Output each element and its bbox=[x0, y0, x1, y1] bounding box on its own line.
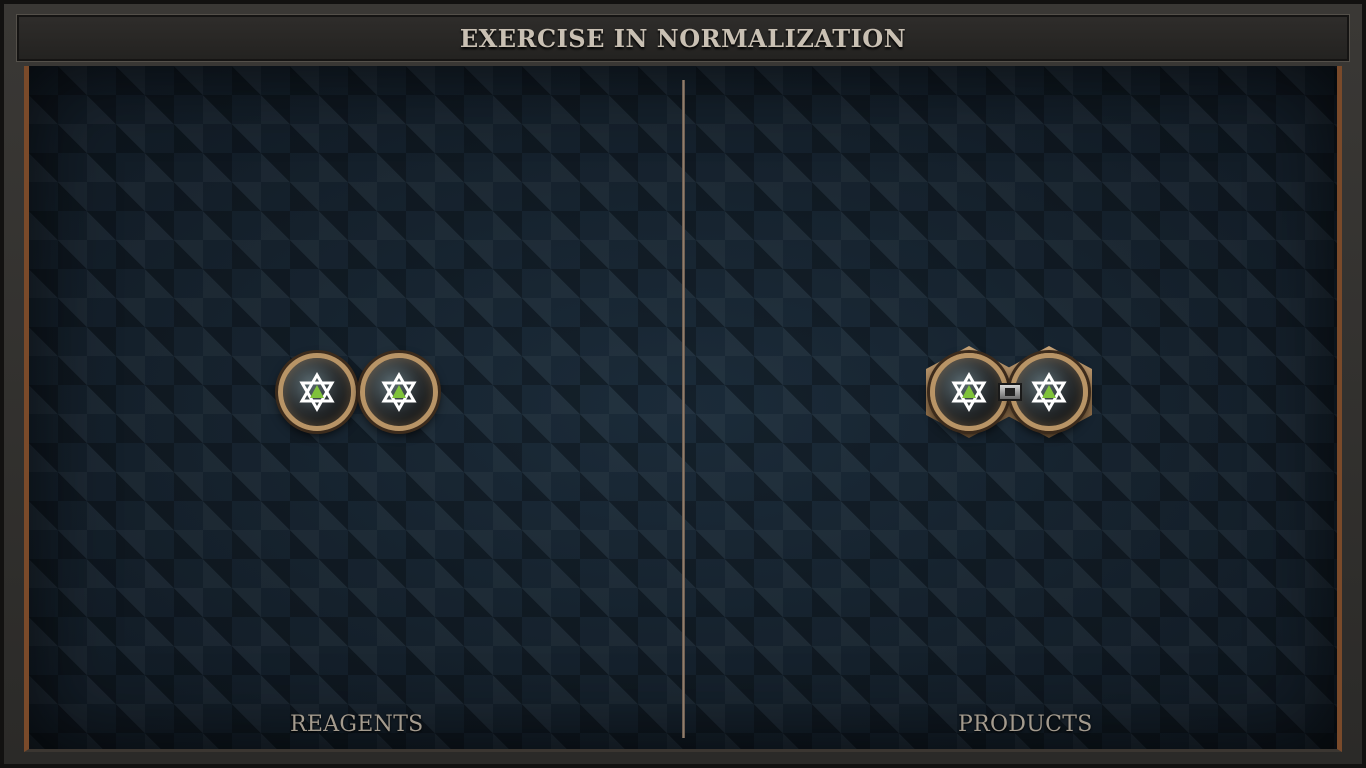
reagent-gem-1[interactable] bbox=[278, 353, 356, 431]
reagents-label: REAGENTS bbox=[290, 712, 424, 737]
product-gem-1[interactable] bbox=[930, 353, 1008, 431]
window-title: EXERCISE IN NORMALIZATION bbox=[459, 23, 907, 53]
star-icon bbox=[297, 372, 337, 412]
socket-link-icon bbox=[998, 383, 1022, 401]
title-bar: EXERCISE IN NORMALIZATION bbox=[16, 14, 1350, 62]
star-icon bbox=[379, 372, 419, 412]
products-label: PRODUCTS bbox=[958, 712, 1093, 737]
panel-divider bbox=[682, 80, 685, 738]
reagent-gem-2[interactable] bbox=[360, 353, 438, 431]
star-icon bbox=[949, 372, 989, 412]
star-icon bbox=[1029, 372, 1069, 412]
